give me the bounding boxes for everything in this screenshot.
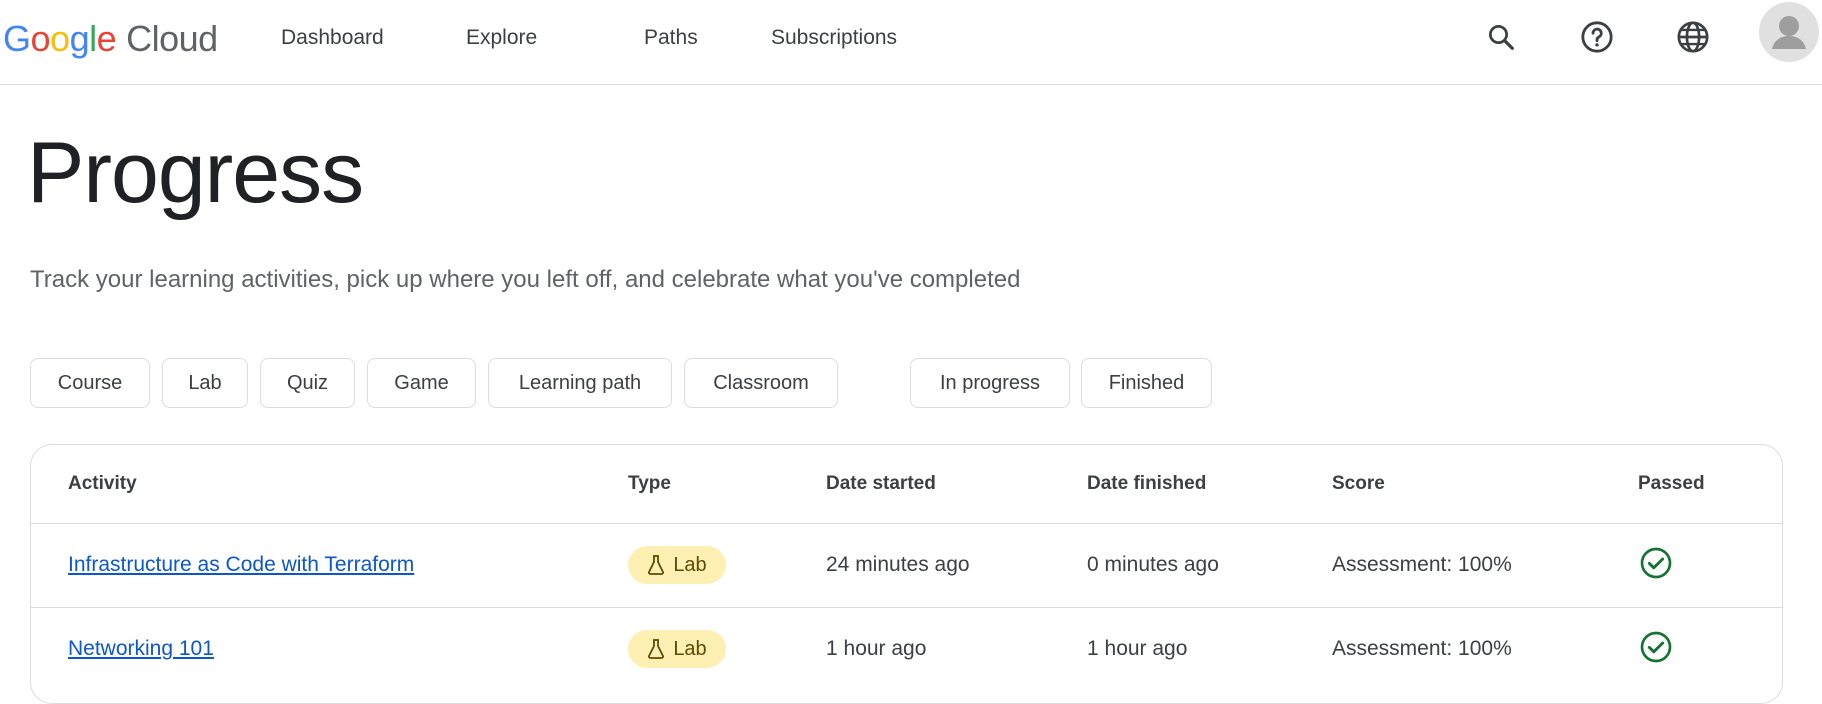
column-header-type[interactable]: Type <box>628 473 671 495</box>
page-subtitle: Track your learning activities, pick up … <box>30 266 1021 293</box>
column-header-score[interactable]: Score <box>1332 473 1385 495</box>
nav-subscriptions[interactable]: Subscriptions <box>771 26 897 50</box>
type-badge: Lab <box>628 630 726 668</box>
column-header-activity[interactable]: Activity <box>68 473 137 495</box>
filter-chip-learning-path[interactable]: Learning path <box>488 358 672 408</box>
score: Assessment: 100% <box>1332 553 1512 576</box>
nav-dashboard[interactable]: Dashboard <box>281 26 384 50</box>
filter-chip-in-progress[interactable]: In progress <box>910 358 1070 408</box>
filter-chip-finished[interactable]: Finished <box>1081 358 1212 408</box>
google-cloud-logo[interactable]: Google Cloud <box>3 18 218 59</box>
type-badge-label: Lab <box>673 637 707 660</box>
column-header-date-started[interactable]: Date started <box>826 473 936 495</box>
language-globe-icon[interactable] <box>1673 17 1713 57</box>
date-finished: 1 hour ago <box>1087 637 1188 660</box>
flask-icon <box>648 639 665 659</box>
table-row: Infrastructure as Code with Terraform La… <box>31 523 1782 608</box>
user-avatar-icon <box>1772 16 1806 49</box>
top-header: Google Cloud Dashboard Explore Paths Sub… <box>0 0 1822 85</box>
date-started: 24 minutes ago <box>826 553 970 576</box>
score: Assessment: 100% <box>1332 637 1512 660</box>
flask-icon <box>648 555 665 575</box>
column-header-passed[interactable]: Passed <box>1638 473 1705 495</box>
filter-chip-classroom[interactable]: Classroom <box>684 358 838 408</box>
filter-chip-lab[interactable]: Lab <box>162 358 248 408</box>
google-wordmark: Google <box>3 18 117 59</box>
filter-chip-game[interactable]: Game <box>367 358 476 408</box>
filter-chip-course[interactable]: Course <box>30 358 150 408</box>
date-started: 1 hour ago <box>826 637 927 660</box>
filter-chip-quiz[interactable]: Quiz <box>260 358 355 408</box>
passed-check-icon <box>1640 631 1672 663</box>
nav-paths[interactable]: Paths <box>644 26 698 50</box>
activity-link[interactable]: Infrastructure as Code with Terraform <box>68 553 414 577</box>
avatar[interactable] <box>1759 2 1819 62</box>
search-icon[interactable] <box>1481 17 1521 57</box>
date-finished: 0 minutes ago <box>1087 553 1219 576</box>
activity-link[interactable]: Networking 101 <box>68 637 214 661</box>
activity-table: Activity Type Date started Date finished… <box>30 444 1783 704</box>
cloud-wordmark: Cloud <box>126 18 218 59</box>
help-icon[interactable] <box>1577 17 1617 57</box>
page-title: Progress <box>27 125 364 221</box>
passed-check-icon <box>1640 547 1672 579</box>
type-badge-label: Lab <box>673 553 707 576</box>
nav-explore[interactable]: Explore <box>466 26 537 50</box>
table-row: Networking 101 Lab 1 hour ago 1 hour ago… <box>31 607 1782 692</box>
column-header-date-finished[interactable]: Date finished <box>1087 473 1206 495</box>
type-badge: Lab <box>628 546 726 584</box>
